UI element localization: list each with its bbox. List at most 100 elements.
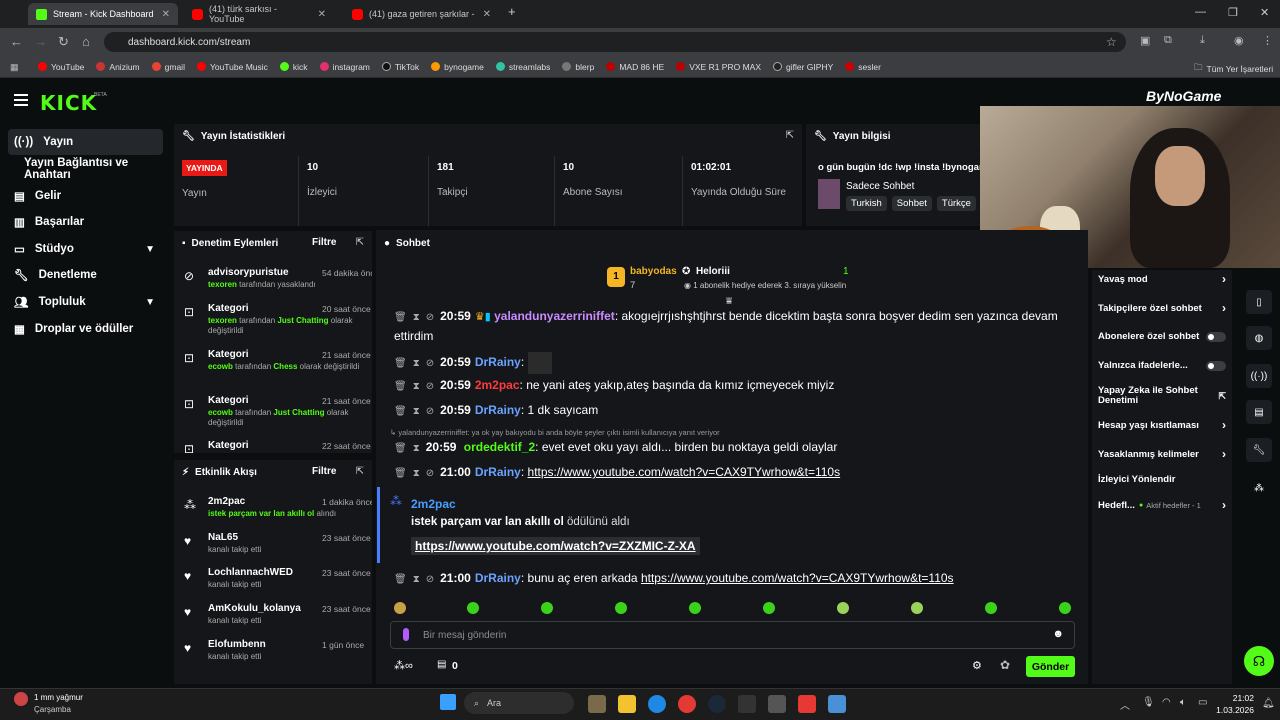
setting-raid[interactable]: İzleyici Yönlendir <box>1098 474 1226 485</box>
epic-games-icon[interactable] <box>738 695 756 713</box>
setting-followers-only[interactable]: Takipçilere özel sohbet › <box>1098 301 1226 315</box>
setting-subs-only[interactable]: Abonelere özel sohbet <box>1098 331 1226 342</box>
steam-icon[interactable] <box>708 695 726 713</box>
chat-input[interactable]: Bir mesaj gönderin ☻ <box>390 621 1075 649</box>
home-icon[interactable]: ⌂ <box>82 34 90 49</box>
setting-banned-words[interactable]: Yasaklanmış kelimeler › <box>1098 447 1226 461</box>
emote-button[interactable] <box>837 602 849 614</box>
setting-emotes-only[interactable]: Yalnızca ifadelerle... <box>1098 360 1226 371</box>
chat-link[interactable]: https://www.youtube.com/watch?v=CAX9TYwr… <box>641 571 954 585</box>
sidebar-item-denetleme[interactable]: 🔧︎ Denetleme <box>8 262 163 288</box>
sidebar-item-yayin[interactable]: ((·)) Yayın <box>8 129 163 155</box>
app-icon[interactable] <box>768 695 786 713</box>
send-button[interactable]: Gönder <box>1026 656 1075 677</box>
close-window-icon[interactable]: ✕ <box>1260 6 1269 19</box>
channel-points-icon[interactable]: ⁂∞ <box>394 659 413 672</box>
clock-date[interactable]: 1.03.2026 <box>1210 705 1254 715</box>
timeout-icon[interactable]: ⧗ <box>413 381 420 392</box>
emote-button[interactable] <box>541 602 553 614</box>
app-icon[interactable] <box>588 695 606 713</box>
emote-button[interactable] <box>985 602 997 614</box>
bookmark-blerp[interactable]: blerp <box>562 62 594 72</box>
ban-icon[interactable]: ⊘ <box>426 406 434 417</box>
tab-kick-dashboard[interactable]: Stream - Kick Dashboard ✕ <box>28 3 178 25</box>
ban-icon[interactable]: ⊘ <box>426 468 434 479</box>
broadcast-icon[interactable]: ((·)) <box>1246 364 1272 388</box>
chrome-icon[interactable] <box>678 695 696 713</box>
extensions-puzzle-icon[interactable]: ⧉ <box>1164 34 1172 47</box>
setting-slow-mode[interactable]: Yavaş mod › <box>1098 272 1226 286</box>
trash-icon[interactable]: 🗑︎ <box>394 443 407 454</box>
emote-button[interactable] <box>911 602 923 614</box>
emote-button[interactable] <box>1059 602 1071 614</box>
popout-icon[interactable]: ⇱ <box>356 237 364 248</box>
tab-youtube-1[interactable]: (41) türk sarkısı - YouTube ✕ <box>184 3 334 25</box>
bookmark-vxe[interactable]: VXE R1 PRO MAX <box>676 62 761 72</box>
profile-avatar[interactable]: ◉ <box>1234 34 1244 47</box>
emote-button[interactable] <box>467 602 479 614</box>
bookmark-sesler[interactable]: sesler <box>845 62 881 72</box>
timeout-icon[interactable]: ⧗ <box>413 312 420 323</box>
trash-icon[interactable]: 🗑︎ <box>394 358 407 369</box>
emote-button[interactable] <box>689 602 701 614</box>
gifter-name[interactable]: Heloriii <box>696 266 730 277</box>
menu-kebab-icon[interactable]: ⋮ <box>1262 34 1273 47</box>
reload-icon[interactable]: ↻ <box>58 34 69 50</box>
weather-text[interactable]: 1 mm yağmur <box>34 693 83 702</box>
file-explorer-icon[interactable] <box>618 695 636 713</box>
maximize-icon[interactable]: ❐ <box>1228 6 1238 19</box>
url-field[interactable]: dashboard.kick.com/stream <box>104 32 1126 52</box>
bookmark-youtube-music[interactable]: YouTube Music <box>196 62 268 72</box>
weather-icon[interactable] <box>14 692 28 706</box>
filter-button[interactable]: Filtre <box>312 237 336 248</box>
emote-button[interactable] <box>394 602 406 614</box>
setting-ai-moderation[interactable]: Yapay Zeka ile Sohbet Denetimi ⇱ <box>1098 386 1226 406</box>
ban-icon[interactable]: ⊘ <box>426 312 434 323</box>
timeout-icon[interactable]: ⧗ <box>413 406 420 417</box>
setting-goals[interactable]: Hedefl... ● Aktif hedefler - 1 › <box>1098 498 1226 512</box>
store-icon[interactable]: ▤ <box>1246 400 1272 424</box>
tray-chevron-icon[interactable]: ︿ <box>1120 697 1130 712</box>
pin-icon[interactable]: ⩸ <box>726 296 732 307</box>
emote-button[interactable] <box>615 602 627 614</box>
wifi-icon[interactable]: ◠ <box>1162 697 1171 708</box>
chat-link[interactable]: https://www.youtube.com/watch?v=CAX9TYwr… <box>528 465 841 479</box>
trash-icon[interactable]: 🗑︎ <box>394 406 407 417</box>
bookmark-mad86[interactable]: MAD 86 HE <box>606 62 664 72</box>
timeout-icon[interactable]: ⧗ <box>413 443 420 454</box>
trash-icon[interactable]: 🗑︎ <box>394 468 407 479</box>
bookmark-anizium[interactable]: Anizium <box>96 62 140 72</box>
bookmark-bynogame[interactable]: bynogame <box>431 62 484 72</box>
chat-icon[interactable]: ◍ <box>1246 326 1272 350</box>
emoji-icon[interactable]: ☻ <box>1052 628 1064 640</box>
bookmark-gmail[interactable]: gmail <box>151 62 185 72</box>
filter-button[interactable]: Filtre <box>312 466 336 477</box>
sidebar-item-stream-key[interactable]: Yayın Bağlantısı ve Anahtarı <box>8 156 170 182</box>
new-tab-button[interactable]: + <box>508 4 516 19</box>
bookmark-kick[interactable]: kick <box>279 62 308 72</box>
popout-icon[interactable]: ⇱ <box>786 130 794 141</box>
setting-account-age[interactable]: Hesap yaşı kısıtlaması › <box>1098 418 1226 432</box>
toggle-switch[interactable] <box>1206 331 1226 342</box>
hamburger-menu-icon[interactable] <box>14 94 28 106</box>
bookmark-star-icon[interactable]: ☆ <box>1106 35 1117 49</box>
app-icon[interactable] <box>828 695 846 713</box>
sidebar-item-droplar[interactable]: ▦ Droplar ve ödüller <box>8 316 163 342</box>
bookmark-streamlabs[interactable]: streamlabs <box>495 62 550 72</box>
forward-icon[interactable]: → <box>34 34 47 49</box>
apps-grid-icon[interactable]: ▦ <box>10 62 19 73</box>
close-icon[interactable]: ✕ <box>318 9 326 20</box>
emote-button[interactable] <box>763 602 775 614</box>
notification-icon[interactable]: 🔔︎ <box>1262 698 1275 709</box>
all-bookmarks[interactable]: 🗀 Tüm Yer İşaretleri <box>1194 62 1273 76</box>
clock-time[interactable]: 21:02 <box>1222 693 1254 703</box>
trash-icon[interactable]: 🗑︎ <box>394 574 407 585</box>
download-icon[interactable]: ⤓ <box>1200 34 1205 47</box>
tag[interactable]: Türkçe <box>936 196 976 211</box>
timeout-icon[interactable]: ⧗ <box>413 358 420 369</box>
toggle-switch[interactable] <box>1206 360 1226 371</box>
sidebar-item-gelir[interactable]: ▤ Gelir <box>8 183 163 209</box>
trash-icon[interactable]: 🗑︎ <box>394 381 407 392</box>
windows-start-icon[interactable] <box>440 694 456 710</box>
wrench-icon[interactable]: 🔧︎ <box>1246 438 1272 462</box>
